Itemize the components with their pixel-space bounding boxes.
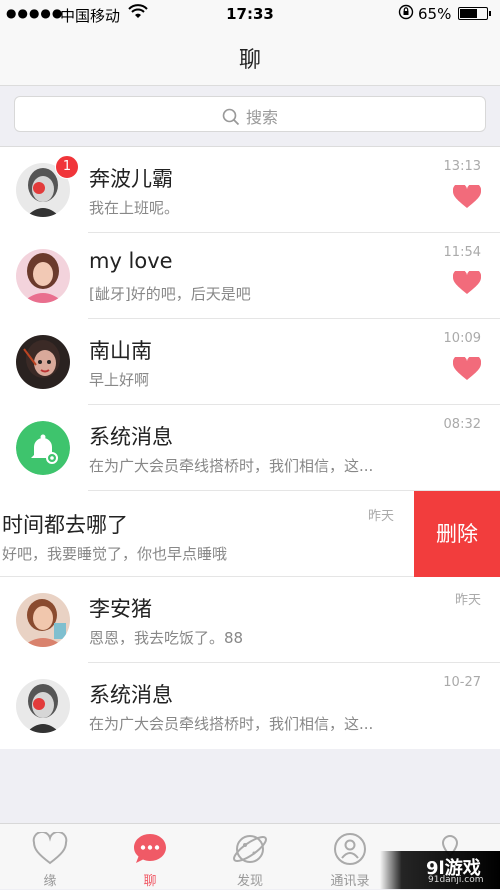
chat-row[interactable]: 系统消息 在为广大会员牵线搭桥时，我们相信，这... 10-27 bbox=[0, 663, 500, 749]
message-preview: 好吧，我要睡觉了，你也早点睡哦 bbox=[2, 545, 228, 563]
message-time: 08:32 bbox=[443, 417, 481, 432]
message-time: 10-27 bbox=[443, 675, 481, 690]
search-area: 搜索 bbox=[0, 86, 500, 146]
contact-name: 南山南 bbox=[89, 339, 152, 363]
tab-label: 聊 bbox=[143, 874, 157, 889]
page-title: 聊 bbox=[238, 48, 261, 73]
tab-label: 缘 bbox=[43, 874, 57, 889]
message-time: 11:54 bbox=[443, 245, 481, 260]
planet-icon bbox=[233, 835, 267, 863]
message-preview: 早上好啊 bbox=[89, 371, 150, 389]
chat-row[interactable]: 南山南 早上好啊 10:09 bbox=[0, 319, 500, 405]
heart-icon[interactable] bbox=[453, 271, 481, 295]
tab-yuan[interactable]: 缘 bbox=[0, 824, 100, 890]
message-time: 昨天 bbox=[454, 593, 481, 608]
nav-bar: 聊 bbox=[0, 28, 500, 86]
heart-icon[interactable] bbox=[453, 185, 481, 209]
message-preview: [龇牙]好的吧，后天是吧 bbox=[89, 285, 251, 303]
contact-name: my love bbox=[89, 249, 173, 273]
avatar bbox=[16, 679, 70, 733]
contact-name: 时间都去哪了 bbox=[2, 513, 128, 537]
heart-icon[interactable] bbox=[453, 357, 481, 381]
watermark-url: 91danji.com bbox=[428, 875, 484, 885]
message-preview: 恩恩，我去吃饭了。88 bbox=[89, 629, 244, 647]
unread-badge: 1 bbox=[55, 155, 79, 179]
rotation-lock-icon bbox=[398, 4, 414, 24]
status-bar: ●●●●● 中国移动 17:33 65% bbox=[0, 0, 500, 28]
contact-name: 系统消息 bbox=[89, 425, 173, 449]
contact-name: 系统消息 bbox=[89, 683, 173, 707]
tab-discover[interactable]: 发现 bbox=[200, 824, 300, 890]
heart-outline-icon bbox=[32, 832, 68, 865]
chat-list: 1 奔波儿霸 我在上班呢。 13:13 my love [龇牙]好的吧，后天是吧… bbox=[0, 146, 500, 749]
chat-row[interactable]: 系统消息 在为广大会员牵线搭桥时，我们相信，这... 08:32 bbox=[0, 405, 500, 491]
chat-bubble-icon bbox=[134, 834, 166, 863]
contacts-icon bbox=[334, 833, 366, 865]
battery-percentage: 65% bbox=[418, 5, 452, 23]
message-preview: 我在上班呢。 bbox=[89, 199, 180, 217]
tab-liao[interactable]: 聊 bbox=[100, 824, 200, 890]
contact-name: 李安猪 bbox=[89, 597, 152, 621]
watermark-logo: 9l游戏 91danji.com bbox=[380, 851, 500, 889]
message-preview: 在为广大会员牵线搭桥时，我们相信，这... bbox=[89, 457, 374, 475]
search-icon bbox=[222, 108, 240, 126]
system-notification-icon bbox=[16, 421, 70, 475]
message-preview: 在为广大会员牵线搭桥时，我们相信，这... bbox=[89, 715, 374, 733]
battery-icon bbox=[458, 7, 491, 20]
chat-row[interactable]: 1 奔波儿霸 我在上班呢。 13:13 bbox=[0, 147, 500, 233]
chat-row-swiped[interactable]: 时间都去哪了 好吧，我要睡觉了，你也早点睡哦 昨天 删除 bbox=[0, 491, 500, 577]
contact-name: 奔波儿霸 bbox=[89, 167, 173, 191]
message-time: 昨天 bbox=[367, 509, 394, 524]
search-input[interactable]: 搜索 bbox=[14, 96, 486, 132]
search-placeholder: 搜索 bbox=[245, 108, 278, 127]
tab-label: 发现 bbox=[236, 874, 263, 889]
avatar bbox=[16, 593, 70, 647]
message-time: 13:13 bbox=[443, 159, 481, 174]
avatar bbox=[16, 249, 70, 303]
delete-button[interactable]: 删除 bbox=[414, 491, 500, 577]
chat-row[interactable]: my love [龇牙]好的吧，后天是吧 11:54 bbox=[0, 233, 500, 319]
message-time: 10:09 bbox=[443, 331, 481, 346]
chat-row[interactable]: 李安猪 恩恩，我去吃饭了。88 昨天 bbox=[0, 577, 500, 663]
avatar bbox=[16, 335, 70, 389]
